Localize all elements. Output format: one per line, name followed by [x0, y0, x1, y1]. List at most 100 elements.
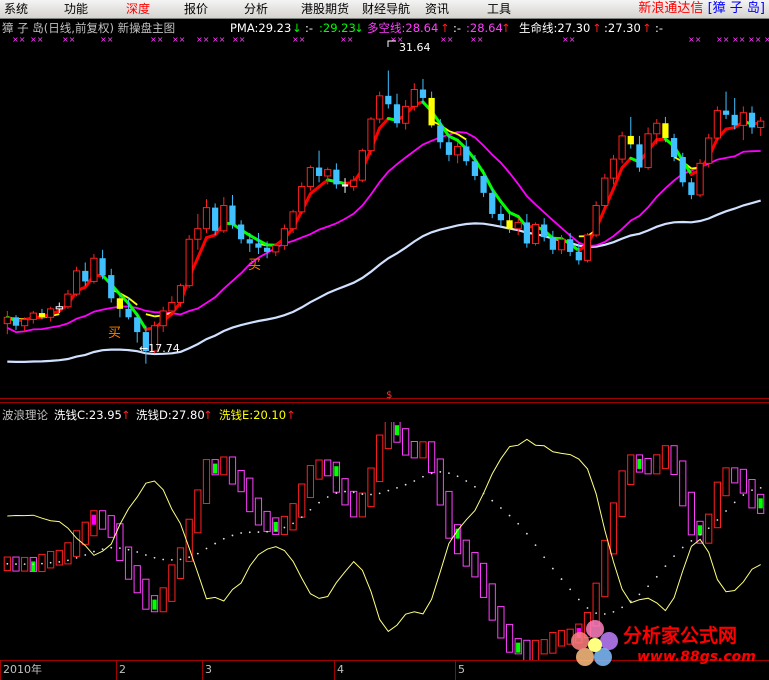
candle-body-up — [65, 294, 71, 307]
wave-box-up — [299, 484, 305, 517]
wave-dotted-average — [309, 509, 311, 511]
menu-item-function[interactable]: 功能 — [64, 1, 88, 17]
candle-body-down — [117, 298, 123, 309]
candle-body-up — [593, 206, 599, 236]
wave-box-up — [281, 516, 287, 534]
pma-segment — [319, 180, 328, 187]
wave-dotted-average — [413, 480, 415, 482]
wave-box-up — [532, 640, 538, 660]
date-tick-month-2: 2 — [116, 661, 126, 680]
wave-dotted-average — [76, 557, 78, 559]
wave-box-down — [688, 492, 694, 535]
signal-cross-mark: ×× — [764, 35, 769, 44]
candle-body-down — [749, 113, 755, 128]
wave-dotted-average — [335, 492, 337, 494]
wave-dotted-average — [223, 538, 225, 540]
wave-dotted-average — [197, 553, 199, 555]
wave-dotted-average — [474, 486, 476, 488]
yellow-ma-segment — [458, 134, 467, 139]
wave-dotted-average — [180, 558, 182, 560]
menu-item-depth[interactable]: 深度 — [126, 1, 150, 17]
wave-box-up — [628, 455, 634, 485]
menu-item-analysis[interactable]: 分析 — [244, 1, 268, 17]
pane-divider-bottom[interactable] — [0, 402, 769, 403]
candle-body-up — [706, 138, 712, 163]
wave-dotted-average — [396, 487, 398, 489]
wave-box-up — [662, 446, 668, 469]
wave-box-up — [723, 468, 729, 496]
wave-box-down — [732, 468, 738, 483]
wave-dotted-average — [214, 543, 216, 545]
candle-body-up — [22, 319, 28, 325]
wave-dotted-average — [110, 547, 112, 549]
wave-dotted-average — [639, 593, 641, 595]
wave-dotted-average — [41, 563, 43, 565]
candle-body-down — [247, 239, 253, 243]
candle-body-up — [56, 307, 62, 309]
wave-dotted-average — [24, 563, 26, 565]
wave-indicator-name[interactable]: 波浪理论 — [2, 408, 48, 422]
wave-box-down — [524, 640, 530, 660]
wave-signal-block — [152, 600, 156, 610]
wave-dotted-average — [457, 475, 459, 477]
wave-dotted-average — [656, 576, 658, 578]
candle-body-down — [420, 90, 426, 98]
stock-name-box[interactable]: [獐 子 岛] — [708, 1, 765, 16]
flower-logo-icon — [565, 615, 625, 675]
candle-body-down — [550, 237, 556, 250]
menu-item-finance-nav[interactable]: 财经导航 — [362, 1, 410, 17]
candle-body-up — [654, 123, 660, 134]
candle-body-down — [429, 98, 435, 125]
wave-signal-block — [759, 498, 763, 508]
wave-box-down — [463, 540, 469, 566]
price-chart[interactable]: ××××××××××××××××××××××××××××××××××××××××… — [0, 35, 769, 395]
candle-body-up — [697, 163, 703, 195]
wave-dotted-average — [690, 540, 692, 542]
wave-dotted-average — [171, 559, 173, 561]
candle-body-up — [169, 303, 175, 311]
menu-item-tools[interactable]: 工具 — [487, 1, 511, 17]
wave-box-up — [359, 493, 365, 517]
menu-item-system[interactable]: 系统 — [4, 1, 28, 17]
menu-item-quote[interactable]: 报价 — [184, 1, 208, 17]
candle-body-down — [723, 111, 729, 115]
wash-c-value: 洗钱C:23.95 — [54, 408, 122, 422]
wave-box-down — [749, 480, 755, 508]
candle-body-up — [584, 235, 590, 260]
candle-body-up — [359, 151, 365, 181]
life-line-value: 生命线:27.30 — [519, 21, 590, 35]
wave-oscillator-line — [7, 439, 760, 631]
candle-body-down — [463, 146, 469, 161]
candle-body-up — [325, 170, 331, 176]
candle-body-down — [480, 176, 486, 193]
pma-segment — [622, 158, 631, 167]
pane-divider-top[interactable] — [0, 398, 769, 399]
wave-dotted-average — [84, 554, 86, 556]
signal-cross-mark: ×× — [12, 35, 25, 44]
wave-box-down — [108, 516, 114, 538]
date-tick-month-3: 3 — [202, 661, 212, 680]
pma-segment — [198, 238, 207, 258]
wash-c-arrow: ↑ — [121, 408, 131, 422]
wave-box-up — [48, 551, 54, 567]
wave-dotted-average — [266, 531, 268, 533]
wave-dotted-average — [128, 549, 130, 551]
menu-item-hk-futures[interactable]: 港股期货 — [301, 1, 349, 17]
candle-body-up — [454, 146, 460, 154]
candle-body-up — [619, 136, 625, 159]
wave-dotted-average — [448, 472, 450, 474]
wave-box-down — [489, 584, 495, 620]
candle-body-down — [680, 157, 686, 182]
wave-box-down — [325, 460, 331, 476]
wave-dotted-average — [206, 548, 208, 550]
candle-body-up — [411, 90, 417, 107]
candle-body-down — [636, 144, 642, 167]
candle-body-up — [91, 258, 97, 281]
candle-body-up — [351, 180, 357, 186]
wave-dotted-average — [387, 490, 389, 492]
candle-body-down — [498, 214, 504, 220]
menu-item-news[interactable]: 资讯 — [425, 1, 449, 17]
pma-value: PMA:29.23 — [230, 21, 291, 35]
wave-box-up — [610, 503, 616, 554]
wave-dotted-average — [258, 531, 260, 533]
